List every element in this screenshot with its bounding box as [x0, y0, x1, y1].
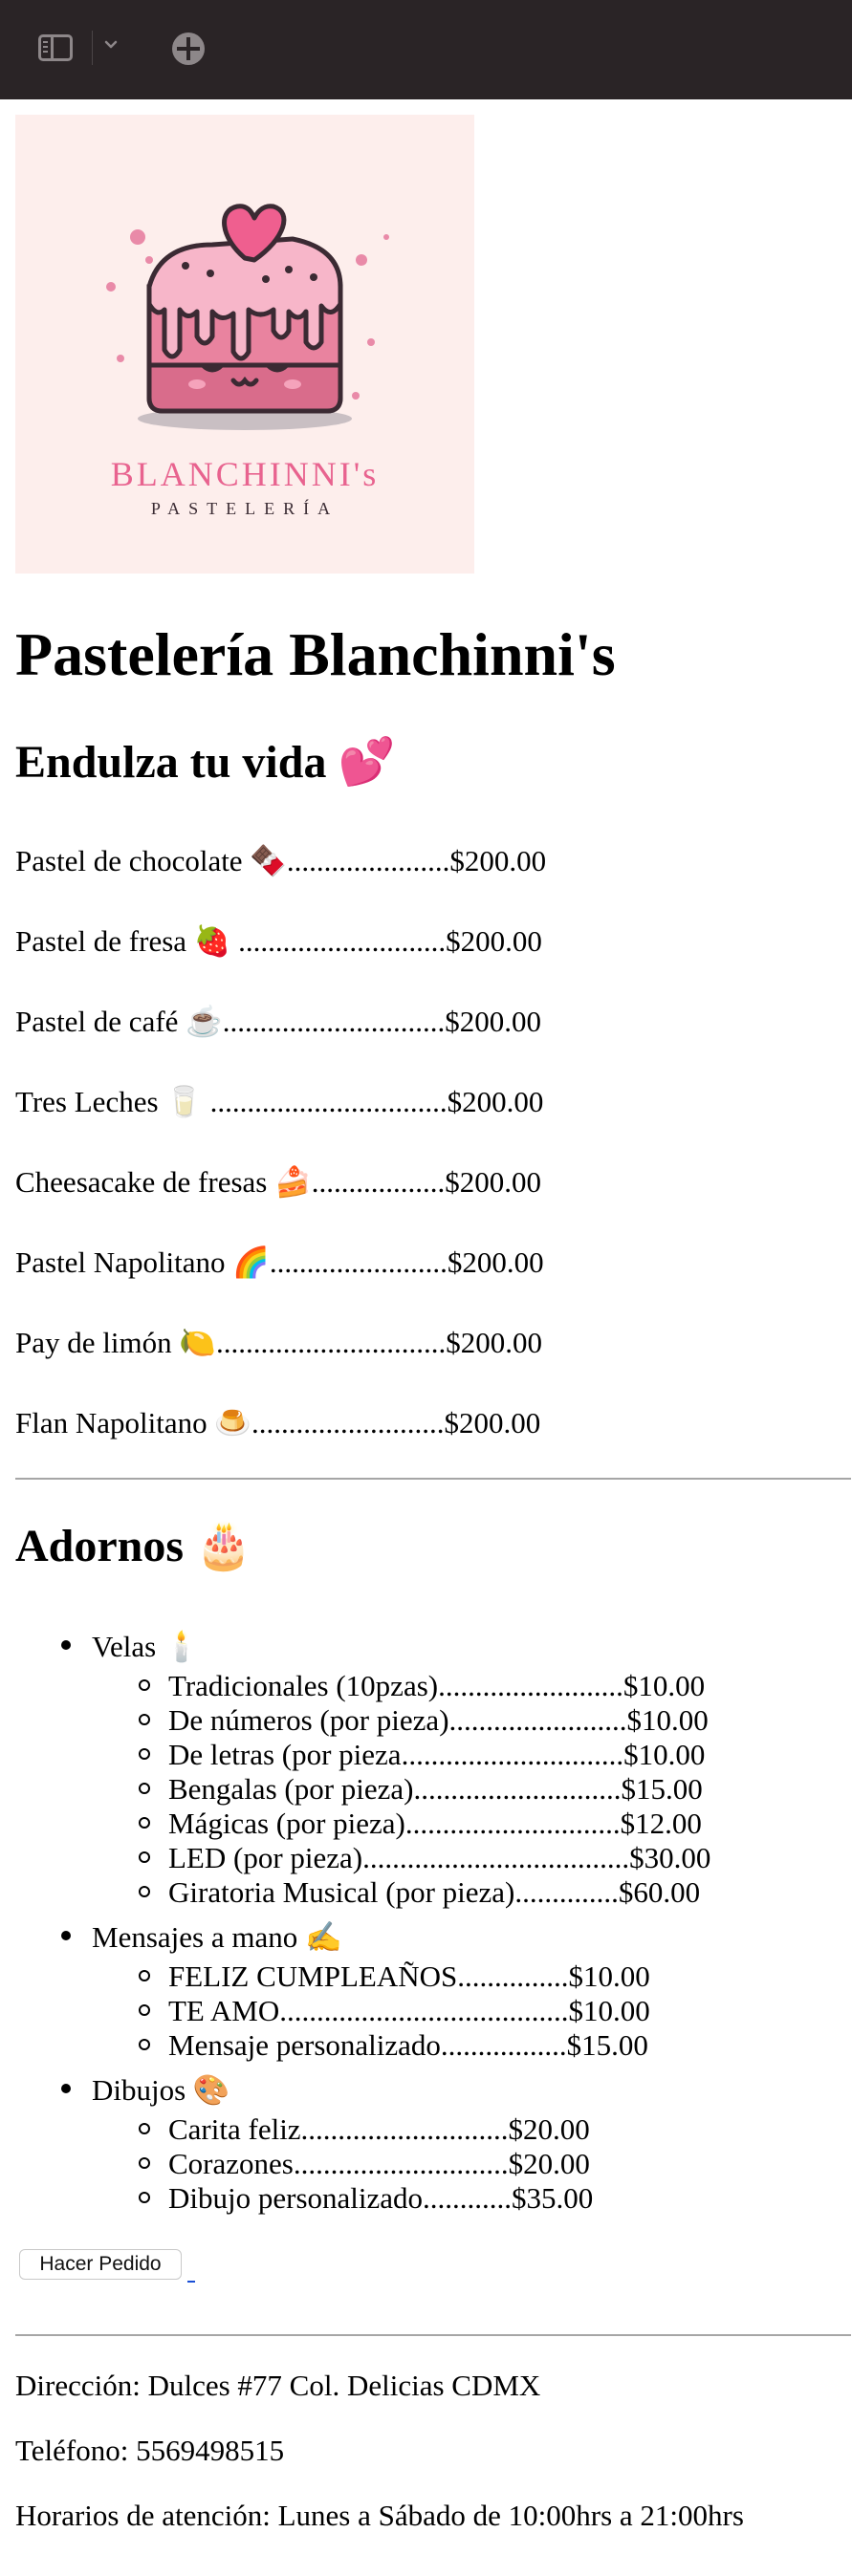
bullet	[139, 1783, 150, 1794]
hours-text: Horarios de atención: Lunes a Sábado de …	[15, 2499, 744, 2532]
menu-item: Pastel de café ☕........................…	[15, 1005, 542, 1038]
list-item-label: Mágicas (por pieza).....................…	[168, 1807, 702, 1840]
list-item-label: Dibujo personalizado............$35.00	[168, 2181, 594, 2215]
adornos-heading: Adornos 🎂	[15, 1521, 252, 1571]
list-item-label: Giratoria Musical (por pieza)...........…	[168, 1875, 701, 1909]
order-button[interactable]: Hacer Pedido	[19, 2249, 182, 2280]
list-item: FELIZ CUMPLEAÑOS...............$10.00	[139, 1959, 650, 1994]
menu-item: Pastel de chocolate 🍫...................…	[15, 844, 547, 877]
category-dibujos: Dibujos 🎨	[61, 2072, 230, 2108]
list-item: Corazones.............................$2…	[139, 2147, 590, 2181]
logo-name: BLANCHINNI's	[110, 455, 380, 493]
list-item-label: FELIZ CUMPLEAÑOS...............$10.00	[168, 1959, 650, 1993]
list-item: TE AMO..................................…	[139, 1994, 650, 2028]
list-item: Carita feliz............................…	[139, 2112, 590, 2147]
list-item: Tradicionales (10pzas)..................…	[139, 1669, 706, 1703]
bullet	[139, 1714, 150, 1725]
bullet	[139, 1851, 150, 1863]
bullet	[61, 1640, 71, 1650]
bullet	[139, 1748, 150, 1760]
category-velas: Velas 🕯️	[61, 1629, 201, 1664]
list-item: Bengalas (por pieza)....................…	[139, 1772, 703, 1807]
bullet	[139, 2192, 150, 2203]
menu-item: Pay de limón 🍋..........................…	[15, 1326, 542, 1359]
list-item-label: Mensaje personalizado.................$1…	[168, 2028, 648, 2062]
category-mensajes: Mensajes a mano ✍️	[61, 1919, 342, 1955]
list-item: Giratoria Musical (por pieza)...........…	[139, 1875, 701, 1910]
address-text: Dirección: Dulces #77 Col. Delicias CDMX	[15, 2369, 541, 2402]
list-item-label: Bengalas (por pieza)....................…	[168, 1772, 703, 1806]
page-title: Pastelería Blanchinni's	[15, 620, 616, 688]
divider	[15, 1478, 851, 1480]
list-item: De letras (por pieza....................…	[139, 1738, 706, 1772]
menu-item: Pastel de fresa 🍓 ......................…	[15, 924, 542, 958]
category-label: Dibujos 🎨	[92, 2073, 230, 2107]
toolbar-divider	[92, 31, 93, 65]
category-label: Mensajes a mano ✍️	[92, 1920, 342, 1954]
list-item: Dibujo personalizado............$35.00	[139, 2181, 594, 2216]
list-item-label: De números (por pieza)..................…	[168, 1703, 709, 1737]
browser-toolbar	[0, 0, 852, 99]
list-item-label: Carita feliz............................…	[168, 2112, 590, 2146]
bullet	[139, 2004, 150, 2016]
list-item: De números (por pieza)..................…	[139, 1703, 709, 1738]
bullet	[61, 2084, 71, 2093]
list-item-label: De letras (por pieza....................…	[168, 1738, 706, 1771]
menu-item: Cheesacake de fresas 🍰..................…	[15, 1165, 541, 1199]
bullet	[139, 2123, 150, 2134]
list-item-label: TE AMO..................................…	[168, 1994, 650, 2027]
list-item-label: Corazones.............................$2…	[168, 2147, 590, 2180]
page-subtitle: Endulza tu vida 💕	[15, 737, 396, 788]
bullet	[139, 1970, 150, 1981]
chevron-down-icon[interactable]	[101, 34, 120, 54]
bullet	[139, 2039, 150, 2050]
order-link[interactable]	[187, 2271, 195, 2283]
list-item: Mensaje personalizado.................$1…	[139, 2028, 648, 2063]
app-icon[interactable]	[172, 32, 205, 65]
bakery-logo: BLANCHINNI's PASTELERÍA	[15, 115, 474, 574]
list-item: Mágicas (por pieza).....................…	[139, 1807, 702, 1841]
sidebar-icon[interactable]	[38, 34, 73, 61]
list-item-label: LED (por pieza).........................…	[168, 1841, 711, 1874]
divider	[15, 2334, 851, 2336]
list-item-label: Tradicionales (10pzas)..................…	[168, 1669, 706, 1702]
menu-item: Pastel Napolitano 🌈.....................…	[15, 1245, 544, 1279]
bullet	[61, 1931, 71, 1940]
category-label: Velas 🕯️	[92, 1630, 201, 1663]
phone-text: Teléfono: 5569498515	[15, 2434, 285, 2467]
bullet	[139, 1679, 150, 1691]
bullet	[139, 1817, 150, 1829]
list-item: LED (por pieza).........................…	[139, 1841, 711, 1875]
bullet	[139, 1886, 150, 1897]
bullet	[139, 2157, 150, 2169]
logo-subtitle: PASTELERÍA	[150, 499, 339, 518]
menu-item: Tres Leches 🥛 ..........................…	[15, 1085, 544, 1118]
menu-item: Flan Napolitano 🍮.......................…	[15, 1406, 541, 1440]
